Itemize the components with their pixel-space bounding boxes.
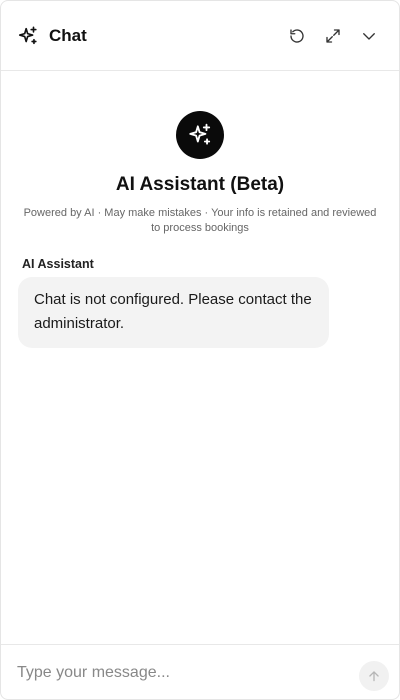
refresh-button[interactable] <box>283 22 311 50</box>
message-bubble: Chat is not configured. Please contact t… <box>18 277 329 348</box>
assistant-intro: AI Assistant (Beta) Powered by AI · May … <box>1 111 399 236</box>
chevron-down-icon <box>363 32 375 40</box>
sparkles-icon <box>189 123 211 145</box>
expand-button[interactable] <box>319 22 347 50</box>
chat-panel: Chat AI Assistant (Beta) Powered by AI ·… <box>0 0 400 700</box>
send-button[interactable] <box>359 661 389 691</box>
header-actions <box>275 22 383 50</box>
disclaimer-text: Powered by AI · May make mistakes · Your… <box>23 207 377 234</box>
message-input[interactable] <box>17 664 359 682</box>
chat-title: Chat <box>49 25 87 45</box>
message-sender: AI Assistant <box>22 257 94 271</box>
sparkles-icon <box>17 25 39 47</box>
chat-header: Chat <box>1 1 399 71</box>
collapse-button[interactable] <box>355 22 383 50</box>
refresh-icon <box>290 28 304 43</box>
message-composer <box>1 644 399 699</box>
expand-icon <box>326 28 340 43</box>
assistant-avatar <box>176 111 224 159</box>
arrow-up-icon <box>369 671 379 682</box>
assistant-name: AI Assistant (Beta) <box>115 174 285 195</box>
